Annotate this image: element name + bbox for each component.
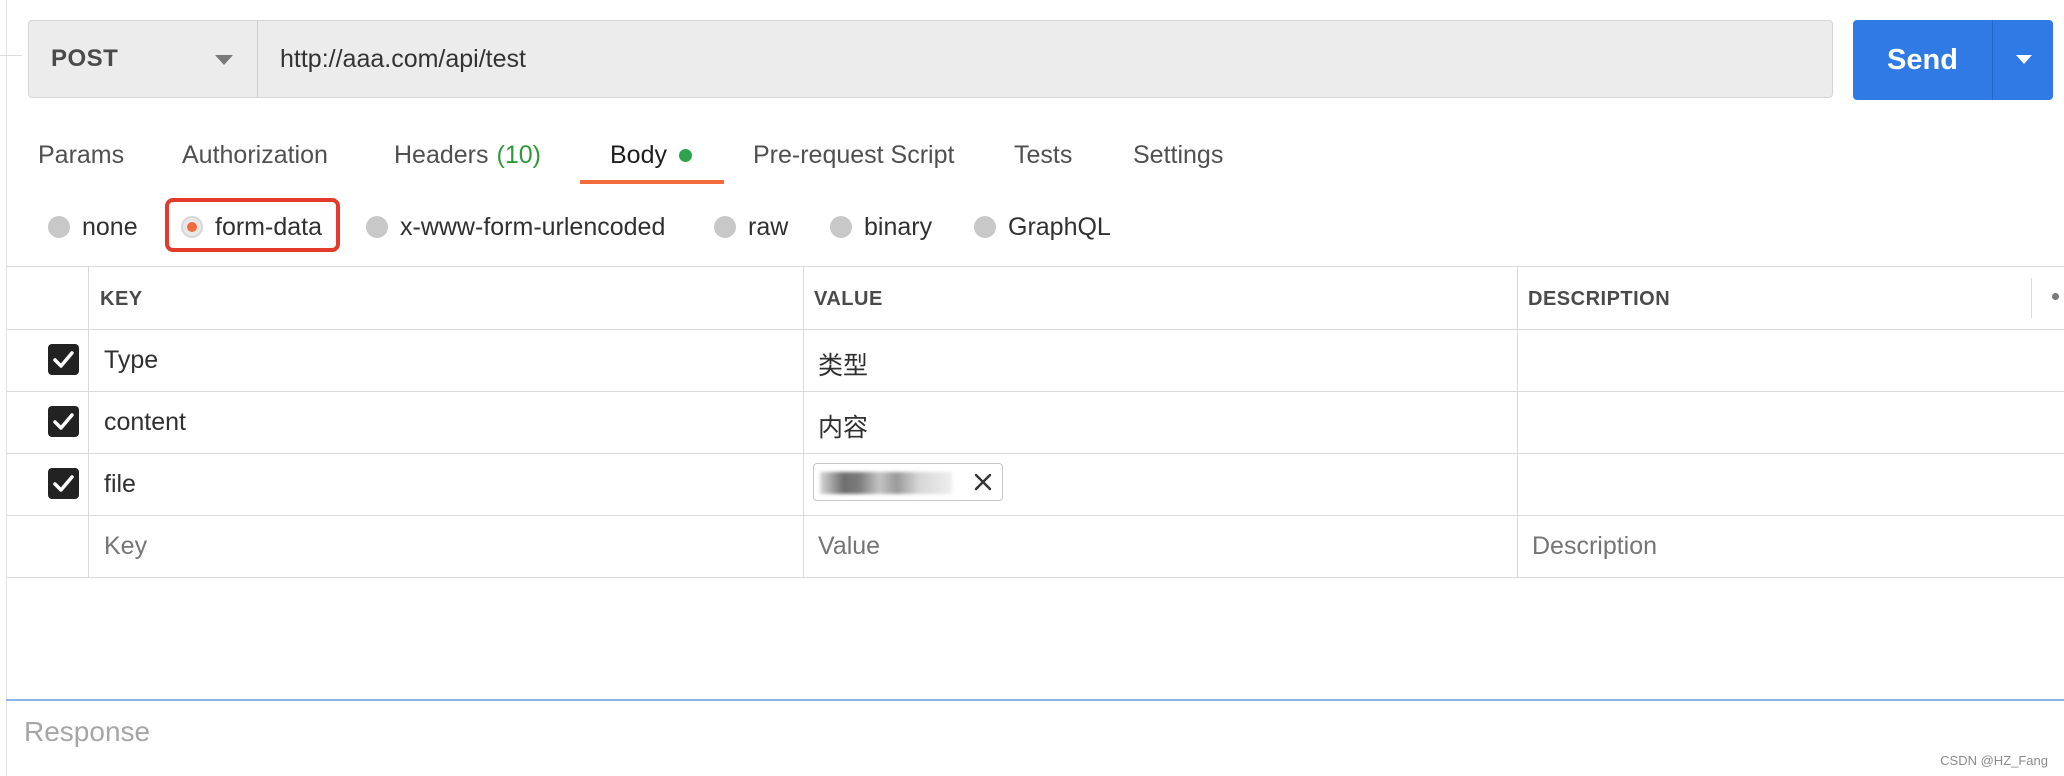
tab-authorization[interactable]: Authorization bbox=[182, 130, 328, 180]
tab-label: Params bbox=[38, 140, 125, 169]
send-button-group: Send bbox=[1853, 20, 2053, 100]
column-divider bbox=[2031, 278, 2032, 318]
radio-label: GraphQL bbox=[1008, 212, 1111, 241]
radio-raw[interactable]: raw bbox=[714, 200, 788, 254]
row-key[interactable]: file bbox=[104, 470, 136, 499]
method-label: POST bbox=[51, 45, 119, 72]
radio-button[interactable] bbox=[48, 216, 70, 238]
column-divider bbox=[803, 266, 804, 578]
table-border bbox=[6, 266, 2064, 267]
radio-button[interactable] bbox=[366, 216, 388, 238]
body-status-dot bbox=[678, 148, 692, 162]
radio-label: raw bbox=[748, 212, 789, 241]
new-value-input[interactable] bbox=[818, 532, 1498, 561]
tab-label: Authorization bbox=[182, 140, 328, 169]
radio-binary[interactable]: binary bbox=[830, 200, 932, 254]
checkmark-icon bbox=[53, 475, 74, 492]
tab-label: Headers bbox=[394, 140, 489, 169]
radio-button[interactable] bbox=[974, 216, 996, 238]
radio-label: x-www-form-urlencoded bbox=[400, 212, 666, 241]
file-name-redacted bbox=[820, 472, 952, 494]
radio-label: binary bbox=[864, 212, 933, 241]
caret-down-icon bbox=[2016, 55, 2032, 64]
file-chip[interactable] bbox=[813, 463, 1003, 501]
column-header-key: KEY bbox=[100, 288, 143, 310]
checkmark-icon bbox=[53, 413, 74, 430]
tab-label: Tests bbox=[1014, 140, 1073, 169]
response-label: Response bbox=[24, 716, 151, 747]
tab-label: Settings bbox=[1133, 140, 1224, 169]
more-dot-icon[interactable] bbox=[2052, 293, 2059, 300]
form-data-table: KEY VALUE DESCRIPTION Type 类型 content 内容… bbox=[6, 266, 2064, 578]
method-select[interactable]: POST bbox=[28, 20, 258, 98]
tab-pre-request-script[interactable]: Pre-request Script bbox=[753, 130, 954, 180]
new-description-input[interactable] bbox=[1532, 532, 2032, 561]
active-tab-indicator bbox=[580, 180, 724, 184]
url-input[interactable] bbox=[257, 20, 1833, 98]
left-divider bbox=[0, 55, 22, 56]
row-checkbox[interactable] bbox=[48, 406, 79, 437]
headers-count: (10) bbox=[496, 140, 541, 169]
tab-label: Body bbox=[610, 140, 667, 169]
radio-button[interactable] bbox=[830, 216, 852, 238]
table-divider bbox=[6, 453, 2064, 454]
table-divider bbox=[6, 515, 2064, 516]
new-key-input[interactable] bbox=[104, 532, 784, 561]
row-key[interactable]: Type bbox=[104, 346, 158, 375]
radio-x-www-form-urlencoded[interactable]: x-www-form-urlencoded bbox=[366, 200, 665, 254]
tab-tests[interactable]: Tests bbox=[1014, 130, 1072, 180]
close-icon[interactable] bbox=[972, 471, 994, 493]
tab-label: Pre-request Script bbox=[753, 140, 955, 169]
column-divider bbox=[1517, 266, 1518, 578]
row-checkbox[interactable] bbox=[48, 344, 79, 375]
request-tabs: Params Authorization Headers (10) Body P… bbox=[0, 130, 2064, 186]
annotation-highlight-box bbox=[165, 198, 340, 252]
watermark: CSDN @HZ_Fang bbox=[1940, 753, 2048, 768]
column-header-value: VALUE bbox=[814, 288, 883, 310]
row-checkbox[interactable] bbox=[48, 468, 79, 499]
radio-label: none bbox=[82, 212, 138, 241]
tab-settings[interactable]: Settings bbox=[1133, 130, 1223, 180]
tab-body[interactable]: Body bbox=[610, 130, 692, 180]
table-divider bbox=[6, 577, 2064, 578]
radio-graphql[interactable]: GraphQL bbox=[974, 200, 1111, 254]
radio-button[interactable] bbox=[714, 216, 736, 238]
send-options-button[interactable] bbox=[1993, 20, 2053, 100]
tab-params[interactable]: Params bbox=[38, 130, 124, 180]
table-divider bbox=[6, 391, 2064, 392]
checkmark-icon bbox=[53, 351, 74, 368]
tab-headers[interactable]: Headers (10) bbox=[394, 130, 541, 180]
column-header-description: DESCRIPTION bbox=[1528, 288, 1671, 310]
row-key[interactable]: content bbox=[104, 408, 186, 437]
radio-none[interactable]: none bbox=[48, 200, 138, 254]
table-divider bbox=[6, 329, 2064, 330]
row-value[interactable]: 类型 bbox=[818, 346, 868, 382]
response-divider[interactable] bbox=[6, 699, 2064, 701]
row-value[interactable]: 内容 bbox=[818, 408, 868, 444]
send-button[interactable]: Send bbox=[1853, 20, 1992, 100]
column-divider bbox=[88, 266, 89, 578]
caret-down-icon bbox=[215, 55, 233, 65]
